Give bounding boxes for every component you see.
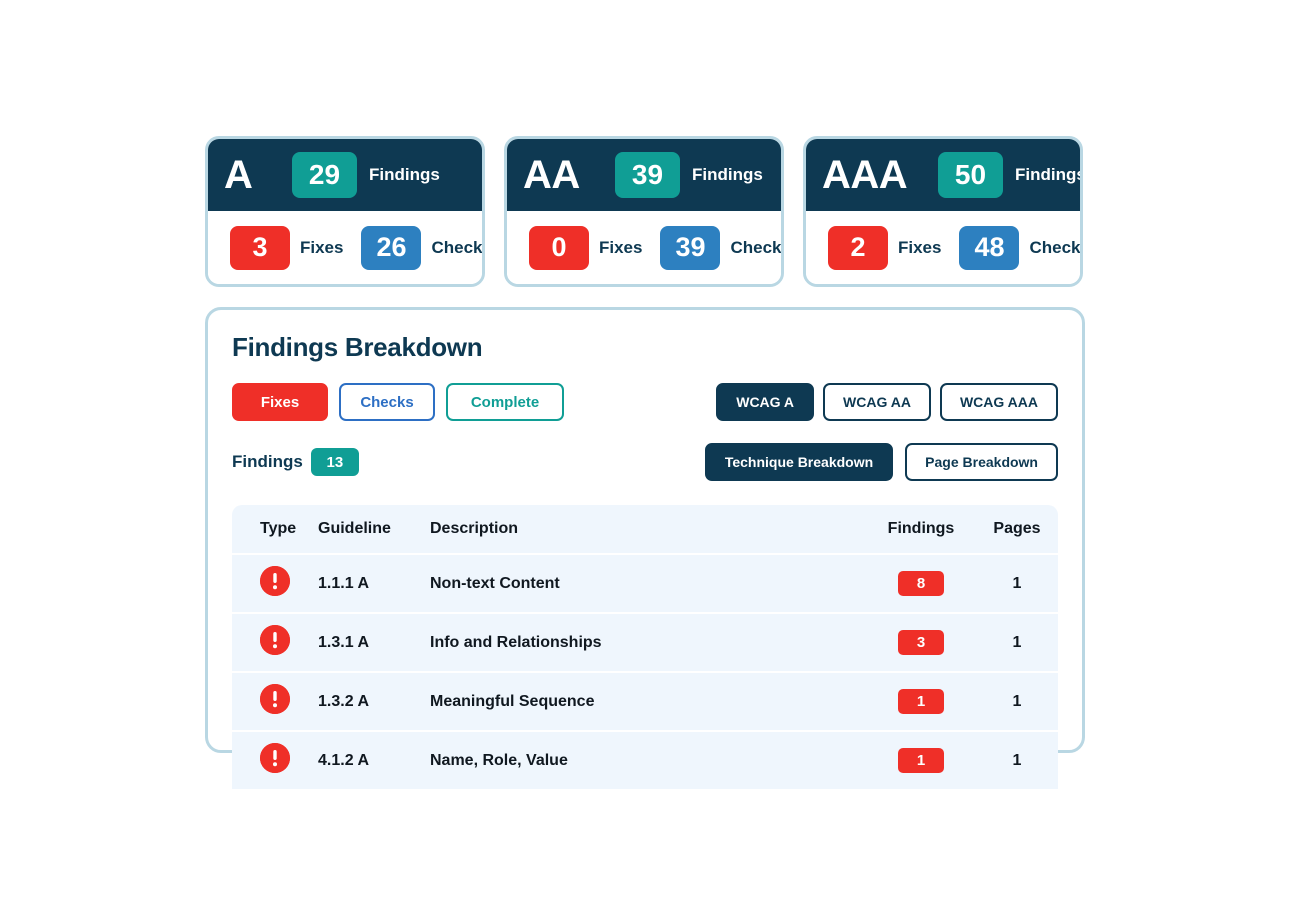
cell-findings: 8 — [866, 555, 976, 612]
card-aa-findings-badge: 39 — [615, 152, 680, 198]
filter-fixes-button[interactable]: Fixes — [232, 383, 328, 421]
table-head: Type Guideline Description Findings Page… — [232, 505, 1058, 553]
card-a-level: A — [224, 153, 253, 197]
card-aaa-findings-badge: 50 — [938, 152, 1003, 198]
card-aa-level: AA — [523, 153, 580, 197]
filter-wcag-aa-button[interactable]: WCAG AA — [823, 383, 931, 421]
cell-pages: 1 — [976, 732, 1058, 789]
card-aaa-checks-badge: 48 — [959, 225, 1020, 270]
page-root: A 29 Findings 3 Fixes 26 Checks AA 39 Fi… — [0, 0, 1289, 912]
card-a-findings-label: Findings — [369, 165, 440, 184]
conformance-summary-row: A 29 Findings 3 Fixes 26 Checks AA 39 Fi… — [205, 136, 1085, 287]
card-aaa-fixes-badge: 2 — [828, 225, 888, 270]
error-icon — [260, 743, 290, 773]
filter-wcag-a-button[interactable]: WCAG A — [716, 383, 815, 421]
card-aa-footer: 0 Fixes 39 Checks — [507, 211, 781, 284]
cell-guideline: 1.1.1 A — [318, 555, 430, 612]
tab-page-breakdown[interactable]: Page Breakdown — [905, 443, 1058, 481]
cell-guideline: 1.3.1 A — [318, 614, 430, 671]
filters-row: Fixes Checks Complete WCAG A WCAG AA WCA… — [232, 383, 1058, 421]
card-aa-fixes-label: Fixes — [599, 237, 643, 257]
card-aaa-findings-label: Findings — [1015, 165, 1083, 184]
table-row[interactable]: 1.1.1 A Non-text Content 8 1 — [232, 555, 1058, 612]
column-header-type: Type — [232, 505, 318, 553]
cell-type — [232, 614, 318, 671]
cell-description: Name, Role, Value — [430, 732, 866, 789]
column-header-guideline: Guideline — [318, 505, 430, 553]
cell-pages: 1 — [976, 673, 1058, 730]
findings-count-row: Findings 13 Technique Breakdown Page Bre… — [232, 443, 1058, 481]
findings-breakdown-panel: Findings Breakdown Fixes Checks Complete… — [205, 307, 1085, 789]
card-a-checks-badge: 26 — [361, 225, 422, 270]
filter-checks-button[interactable]: Checks — [339, 383, 435, 421]
error-icon — [260, 625, 290, 655]
column-header-findings: Findings — [866, 505, 976, 553]
page-title: Findings Breakdown — [232, 332, 483, 362]
table-row[interactable]: 4.1.2 A Name, Role, Value 1 1 — [232, 732, 1058, 789]
findings-table: Type Guideline Description Findings Page… — [232, 503, 1058, 791]
column-header-pages: Pages — [976, 505, 1058, 553]
cell-type — [232, 555, 318, 612]
card-a-footer: 3 Fixes 26 Checks — [208, 211, 482, 284]
card-a-findings-badge: 29 — [292, 152, 357, 198]
card-aaa-fixes-label: Fixes — [898, 237, 942, 257]
findings-total-label: Findings — [232, 452, 303, 471]
cell-type — [232, 732, 318, 789]
findings-count-badge: 3 — [898, 630, 944, 655]
findings-count-badge: 8 — [898, 571, 944, 596]
card-aaa-level: AAA — [822, 153, 908, 197]
conformance-card-aa[interactable]: AA 39 Findings 0 Fixes 39 Checks — [504, 136, 784, 287]
table-row[interactable]: 1.3.1 A Info and Relationships 3 1 — [232, 614, 1058, 671]
findings-total-group: Findings 13 — [232, 448, 359, 476]
card-a-fixes-label: Fixes — [300, 237, 344, 257]
card-a-checks-label: Checks — [431, 237, 483, 257]
findings-total-badge: 13 — [310, 448, 359, 476]
card-aaa-checks-label: Checks — [1029, 237, 1081, 257]
findings-count-badge: 1 — [898, 748, 944, 773]
cell-description: Info and Relationships — [430, 614, 866, 671]
conformance-card-a[interactable]: A 29 Findings 3 Fixes 26 Checks — [205, 136, 485, 287]
cell-findings: 1 — [866, 732, 976, 789]
table-header-row: Type Guideline Description Findings Page… — [232, 505, 1058, 553]
cell-description: Meaningful Sequence — [430, 673, 866, 730]
card-aa-checks-badge: 39 — [660, 225, 721, 270]
findings-count-badge: 1 — [898, 689, 944, 714]
table-row[interactable]: 1.3.2 A Meaningful Sequence 1 1 — [232, 673, 1058, 730]
filter-complete-button[interactable]: Complete — [446, 383, 564, 421]
cell-guideline: 1.3.2 A — [318, 673, 430, 730]
filter-wcag-aaa-button[interactable]: WCAG AAA — [939, 383, 1058, 421]
card-aa-header: AA 39 Findings — [507, 139, 781, 211]
cell-pages: 1 — [976, 614, 1058, 671]
cell-findings: 1 — [866, 673, 976, 730]
cell-guideline: 4.1.2 A — [318, 732, 430, 789]
card-aa-fixes-badge: 0 — [529, 225, 589, 270]
card-aa-findings-label: Findings — [692, 165, 763, 184]
card-a-fixes-badge: 3 — [230, 225, 290, 270]
card-a-header: A 29 Findings — [208, 139, 482, 211]
card-aaa-header: AAA 50 Findings — [806, 139, 1080, 211]
column-header-description: Description — [430, 505, 866, 553]
cell-type — [232, 673, 318, 730]
table-body: 1.1.1 A Non-text Content 8 1 1.3.1 A Inf… — [232, 555, 1058, 789]
cell-pages: 1 — [976, 555, 1058, 612]
error-icon — [260, 566, 290, 596]
status-filter-group: Fixes Checks Complete — [232, 383, 564, 421]
cell-findings: 3 — [866, 614, 976, 671]
card-aaa-footer: 2 Fixes 48 Checks — [806, 211, 1080, 284]
card-aa-checks-label: Checks — [730, 237, 782, 257]
tab-technique-breakdown[interactable]: Technique Breakdown — [704, 443, 894, 481]
conformance-card-aaa[interactable]: AAA 50 Findings 2 Fixes 48 Checks — [803, 136, 1083, 287]
cell-description: Non-text Content — [430, 555, 866, 612]
breakdown-tab-group: Technique Breakdown Page Breakdown — [704, 443, 1058, 481]
error-icon — [260, 684, 290, 714]
wcag-level-filter-group: WCAG A WCAG AA WCAG AAA — [716, 383, 1058, 421]
